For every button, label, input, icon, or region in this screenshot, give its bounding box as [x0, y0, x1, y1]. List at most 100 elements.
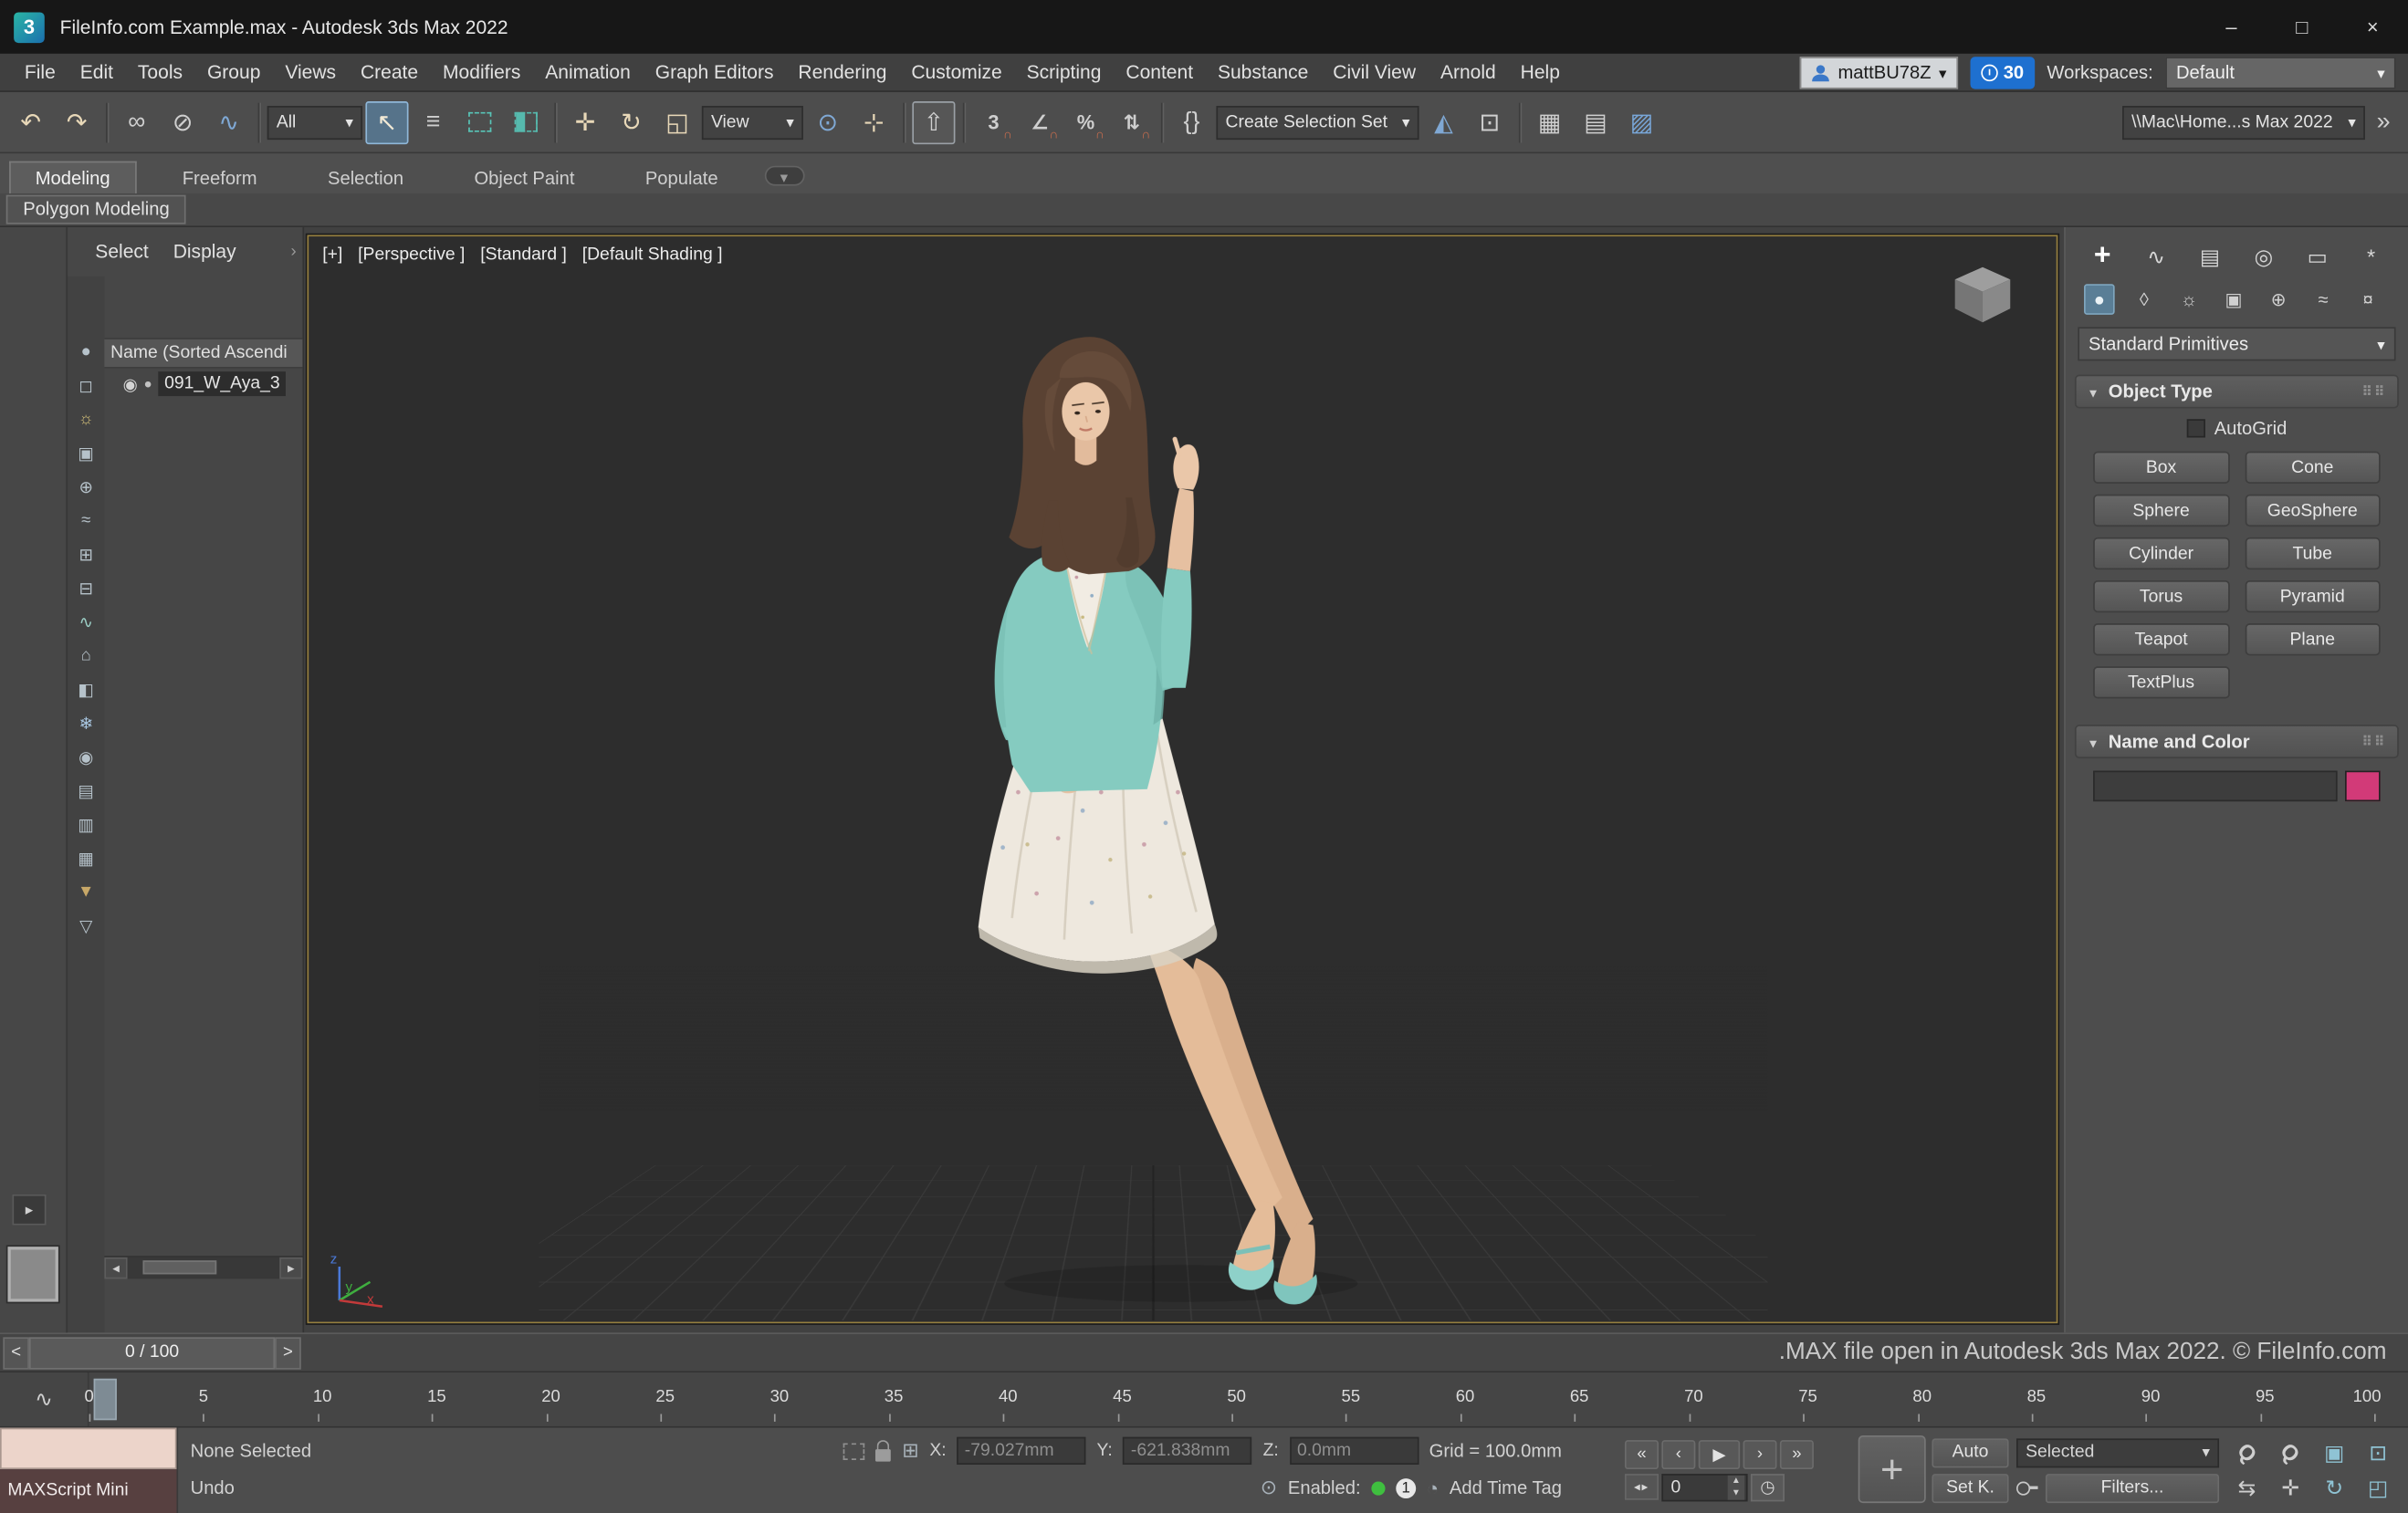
select-and-link-button[interactable]: ∞ [115, 100, 158, 143]
bind-to-space-warp-button[interactable]: ∿ [207, 100, 250, 143]
maxscript-mini-listener[interactable]: MAXScript Mini [0, 1427, 179, 1513]
scroll-left-icon[interactable]: ◂ [104, 1257, 128, 1279]
previous-frame-arrow[interactable]: < [3, 1336, 29, 1369]
unlink-selection-button[interactable]: ⊘ [162, 100, 204, 143]
select-and-rotate-button[interactable]: ↻ [610, 100, 653, 143]
display-frozen-icon[interactable]: ❄ [72, 709, 99, 736]
systems-category-icon[interactable]: ¤ [2352, 284, 2383, 315]
set-key-button[interactable]: Set K. [1932, 1473, 2009, 1503]
autogrid-checkbox[interactable] [2186, 419, 2205, 438]
spinner-snap-button[interactable]: ⇅ [1110, 100, 1153, 143]
object-type-button[interactable]: Cylinder [2093, 537, 2230, 570]
minimize-button[interactable]: – [2196, 0, 2267, 54]
key-filters-button[interactable]: Filters... [2045, 1473, 2220, 1503]
ribbon-tab-freeform[interactable]: Freeform [158, 162, 282, 193]
zoom-icon[interactable]: Q [2226, 1435, 2267, 1469]
explorer-column-header[interactable]: Name (Sorted Ascendi [104, 338, 303, 369]
object-type-button[interactable]: TextPlus [2093, 666, 2230, 699]
auto-key-button[interactable]: Auto [1932, 1437, 2009, 1467]
filter-combination-icon[interactable]: ▼ [72, 878, 99, 905]
time-slider-handle[interactable]: < 0 / 100 > [3, 1336, 301, 1369]
undo-button[interactable]: ↶ [9, 100, 52, 143]
scrollbar-thumb[interactable] [142, 1260, 217, 1275]
frame-spinner[interactable]: ▲ ▼ [1727, 1475, 1745, 1500]
maxscript-macro-recorder-field[interactable] [0, 1427, 177, 1470]
select-object-button[interactable]: ↖ [365, 100, 409, 144]
previous-frame-button[interactable]: ‹ [1661, 1439, 1696, 1469]
display-shapes-icon[interactable]: ◻ [72, 371, 99, 399]
object-type-button[interactable]: Cone [2244, 451, 2381, 484]
reference-coordinate-dropdown[interactable]: View [701, 105, 803, 140]
workspace-dropdown[interactable]: Default [2165, 56, 2396, 89]
display-helpers-icon[interactable]: ⊕ [72, 473, 99, 500]
menubar-item[interactable]: Rendering [786, 61, 899, 83]
object-type-button[interactable]: Box [2093, 451, 2230, 484]
set-keys-button[interactable]: + [1858, 1435, 1926, 1504]
perspective-viewport[interactable]: [+] [Perspective ] [Standard ] [Default … [305, 233, 2060, 1325]
zoom-region-icon[interactable]: ⊡ [2358, 1435, 2398, 1469]
display-spacewarps-icon[interactable]: ≈ [72, 506, 99, 534]
filter-selection-icon[interactable]: ▽ [72, 912, 99, 939]
z-coord-field[interactable]: 0.0mm [1289, 1436, 1419, 1466]
align-button[interactable]: ⊡ [1468, 100, 1511, 143]
hierarchy-tab-icon[interactable]: ▤ [2192, 238, 2228, 275]
viewcube[interactable] [1946, 261, 2020, 329]
next-frame-button[interactable]: › [1743, 1439, 1777, 1469]
geometry-category-icon[interactable]: ● [2084, 284, 2115, 315]
pan-hand-icon[interactable]: ✛ [2270, 1471, 2310, 1505]
material-editor-button[interactable]: ▨ [1620, 100, 1663, 143]
orbit-icon[interactable]: ↻ [2314, 1471, 2354, 1505]
snap-toggle-3d-button[interactable]: 3 [972, 100, 1015, 143]
object-name-label[interactable]: 091_W_Aya_3 [158, 371, 287, 397]
frame-nudge-button[interactable]: ◂▸ [1624, 1474, 1659, 1501]
menubar-item[interactable]: File [12, 61, 68, 83]
display-tab-icon[interactable]: ▭ [2299, 238, 2336, 275]
zoom-all-icon[interactable]: Q [2270, 1435, 2310, 1469]
menubar-item[interactable]: Group [194, 61, 272, 83]
display-xrefs-icon[interactable]: ⊟ [72, 574, 99, 601]
edit-named-selection-sets-button[interactable]: {} [1170, 100, 1213, 143]
sort-by-layer-icon[interactable]: ▦ [72, 844, 99, 871]
object-type-button[interactable]: Pyramid [2244, 579, 2381, 613]
current-frame-input[interactable]: 0 ▲ ▼ [1661, 1473, 1748, 1501]
use-pivot-point-button[interactable]: ⊙ [806, 100, 849, 143]
percent-snap-button[interactable]: % [1064, 100, 1107, 143]
sort-by-type-icon[interactable]: ▥ [72, 810, 99, 838]
menubar-item[interactable]: Content [1114, 61, 1206, 83]
ribbon-tab-populate[interactable]: Populate [621, 162, 743, 193]
layout-flyout-button[interactable]: ▸ [12, 1194, 47, 1226]
key-set-dropdown[interactable]: Selected [2015, 1437, 2220, 1467]
create-tab-icon[interactable]: + [2084, 238, 2120, 275]
object-type-button[interactable]: Tube [2244, 537, 2381, 570]
keyboard-shortcut-override-button[interactable]: ⇧ [912, 100, 956, 144]
viewport-3d-model[interactable] [950, 331, 1411, 1323]
select-and-manipulate-button[interactable]: ⊹ [853, 100, 895, 143]
shapes-category-icon[interactable]: ◊ [2129, 284, 2160, 315]
maximize-viewport-icon[interactable]: ◰ [2358, 1471, 2398, 1505]
visibility-eye-icon[interactable]: ◉ [123, 374, 138, 393]
primitive-category-dropdown[interactable]: Standard Primitives [2078, 327, 2396, 361]
y-coord-field[interactable]: -621.838mm [1123, 1436, 1252, 1466]
explorer-row[interactable]: ◉ ● 091_W_Aya_3 [104, 369, 302, 400]
select-and-move-button[interactable]: ✛ [563, 100, 606, 143]
key-mode-toggle-button[interactable]: ◷ [1750, 1473, 1785, 1501]
display-containers-icon[interactable]: ⌂ [72, 642, 99, 669]
sort-by-name-icon[interactable]: ▤ [72, 777, 99, 804]
ribbon-overflow-button[interactable] [764, 165, 804, 186]
object-type-button[interactable]: Teapot [2093, 623, 2230, 656]
scroll-right-icon[interactable]: ▸ [279, 1257, 303, 1279]
menubar-item[interactable]: Substance [1205, 61, 1320, 83]
object-color-swatch[interactable] [2345, 770, 2381, 802]
display-cameras-icon[interactable]: ▣ [72, 439, 99, 466]
x-coord-field[interactable]: -79.027mm [957, 1436, 1086, 1466]
angle-snap-button[interactable]: ∠ [1018, 100, 1061, 143]
spacewarps-category-icon[interactable]: ≈ [2308, 284, 2339, 315]
mirror-button[interactable]: ◭ [1422, 100, 1465, 143]
redo-button[interactable]: ↷ [56, 100, 99, 143]
object-type-rollout-header[interactable]: Object Type [2074, 374, 2399, 409]
object-name-input[interactable] [2093, 770, 2338, 802]
close-button[interactable]: × [2338, 0, 2408, 54]
viewport-shading-menu[interactable]: [Default Shading ] [582, 245, 723, 264]
viewport-renderer-menu[interactable]: [Standard ] [480, 245, 567, 264]
menubar-item[interactable]: Customize [899, 61, 1014, 83]
